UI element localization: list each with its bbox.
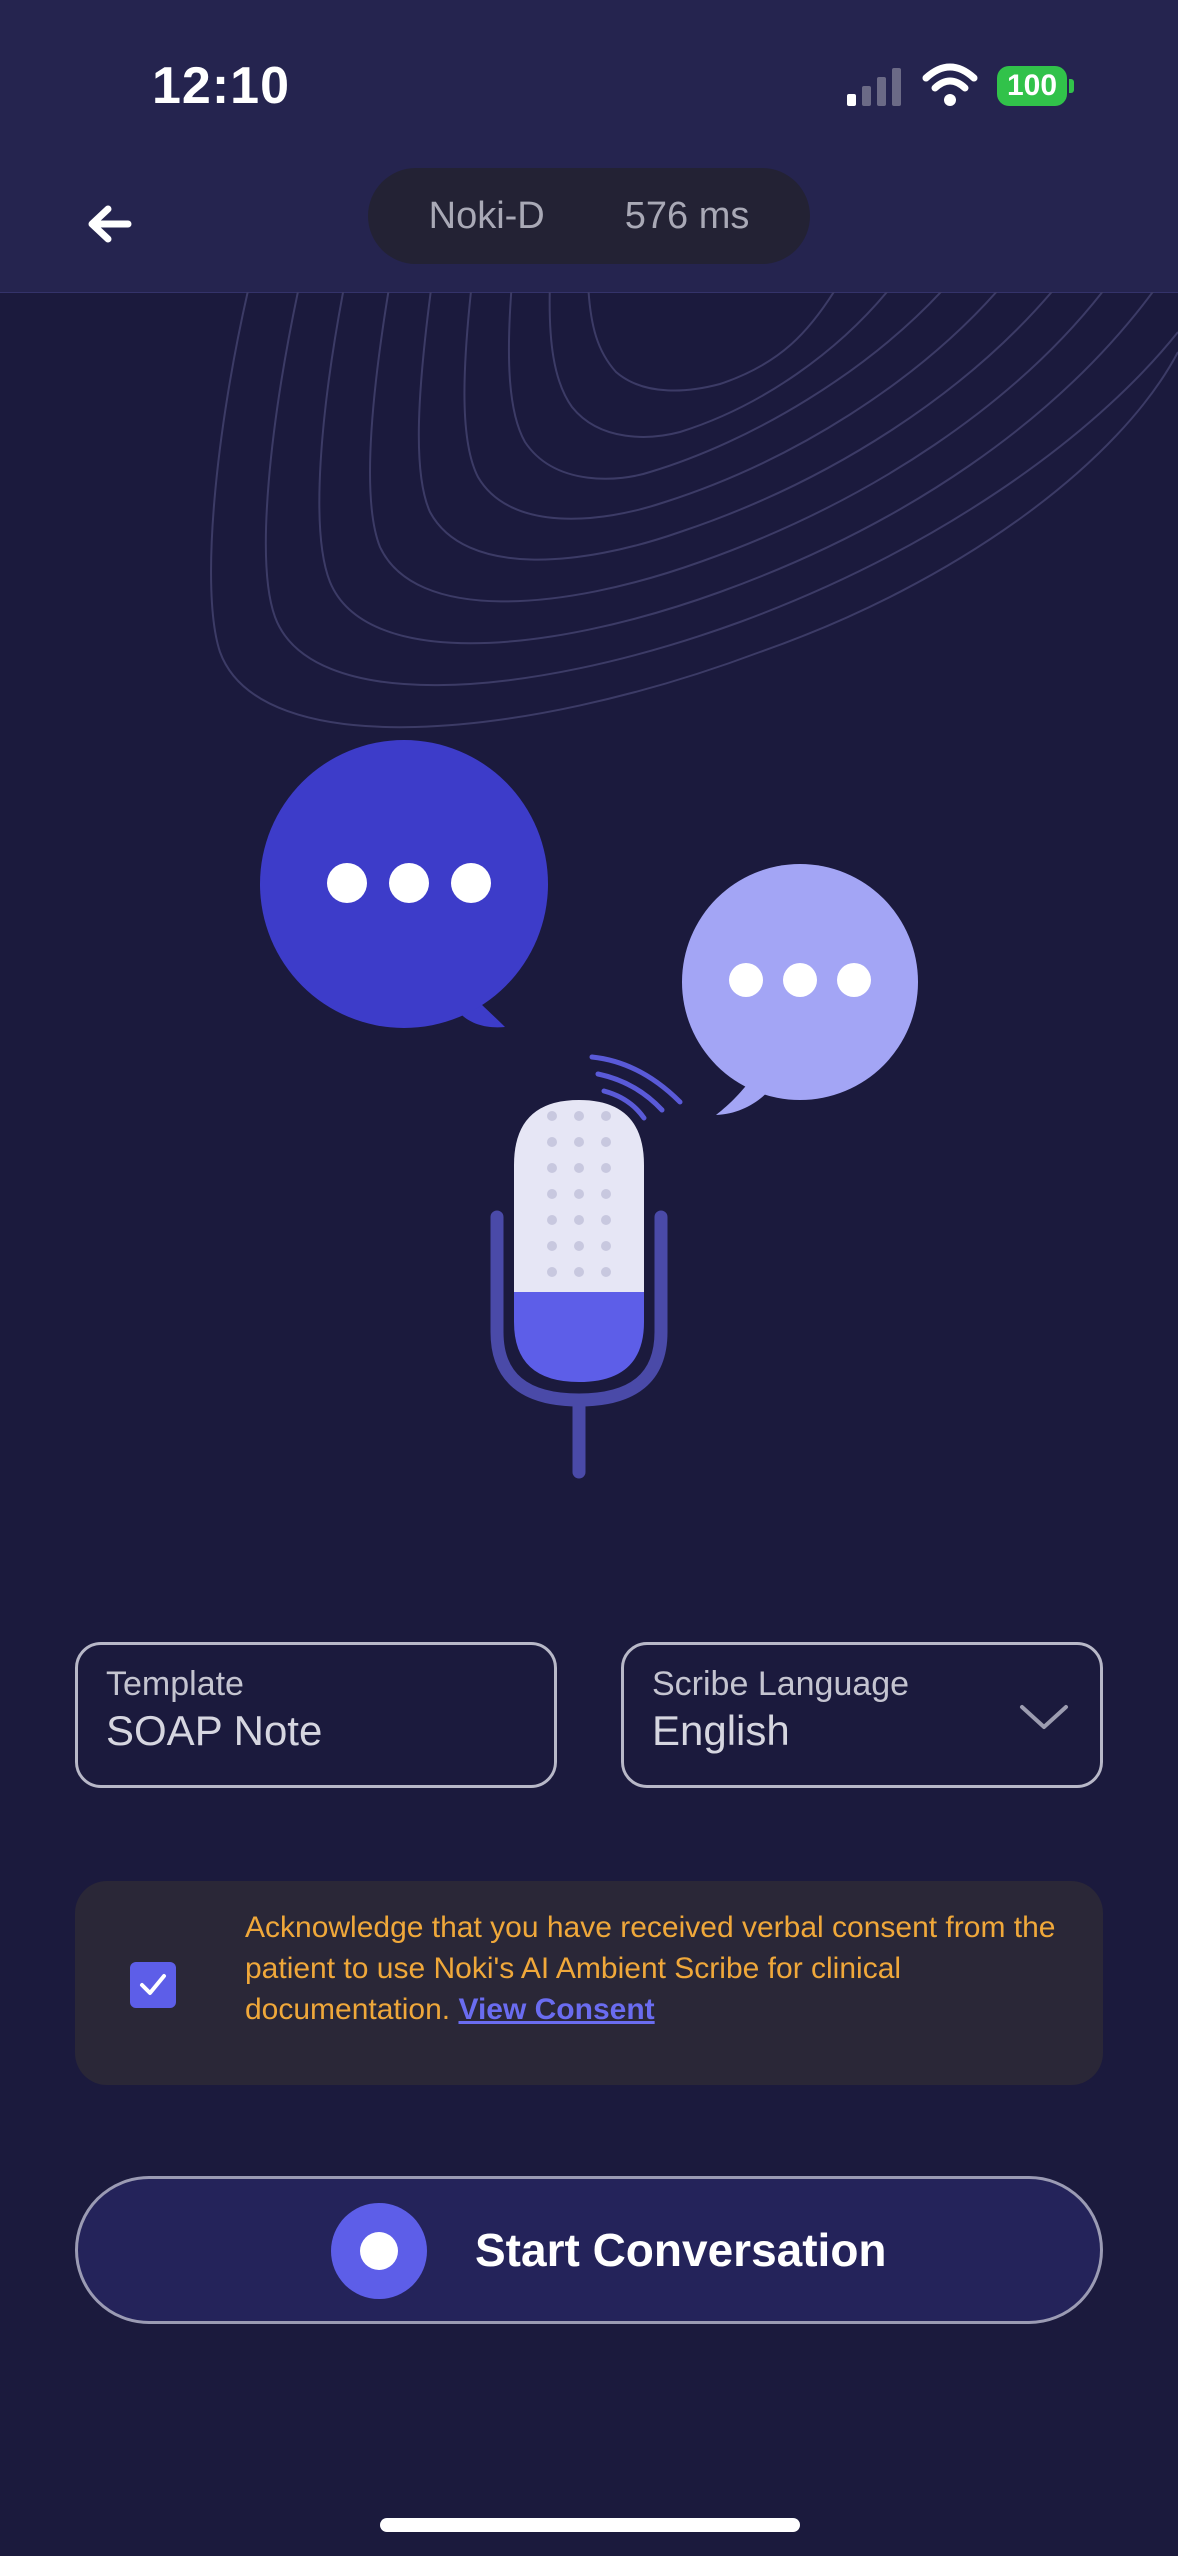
microphone-icon <box>490 1054 683 1479</box>
consent-text: Acknowledge that you have received verba… <box>245 1907 1065 2030</box>
signal-icon <box>847 68 901 106</box>
scribe-language-value: English <box>652 1707 790 1754</box>
conversation-illustration <box>210 292 1178 1479</box>
consent-card: Acknowledge that you have received verba… <box>75 1881 1103 2085</box>
template-select[interactable]: Template SOAP Note <box>75 1642 557 1788</box>
status-time: 12:10 <box>152 57 290 115</box>
start-conversation-button[interactable]: Start Conversation <box>75 2176 1103 2324</box>
latency-readout: 576 ms <box>624 194 750 237</box>
app-header: 12:10 100 Noki-D 576 ms <box>0 0 1178 293</box>
arrow-left-icon <box>88 205 132 243</box>
start-conversation-label: Start Conversation <box>475 2224 887 2276</box>
scribe-language-label: Scribe Language <box>652 1665 910 1703</box>
back-button[interactable] <box>74 196 144 252</box>
consent-checkbox[interactable] <box>130 1962 176 2008</box>
chat-bubble-icon <box>260 740 548 1028</box>
template-label: Template <box>106 1665 244 1703</box>
battery-level: 100 <box>997 66 1067 106</box>
home-indicator[interactable] <box>380 2518 800 2532</box>
chevron-down-icon <box>1020 1705 1068 1729</box>
checkmark-icon <box>140 1974 166 1995</box>
model-status-pill: Noki-D 576 ms <box>368 168 810 264</box>
template-value: SOAP Note <box>106 1707 323 1754</box>
wifi-icon <box>922 63 978 106</box>
background-contour-lines <box>210 292 1178 729</box>
model-name: Noki-D <box>428 194 545 237</box>
scribe-language-select[interactable]: Scribe Language English <box>621 1642 1103 1788</box>
view-consent-link[interactable]: View Consent <box>458 1993 654 2026</box>
chat-bubble-icon <box>682 864 918 1115</box>
record-icon <box>331 2203 427 2299</box>
battery-icon: 100 <box>997 66 1074 106</box>
